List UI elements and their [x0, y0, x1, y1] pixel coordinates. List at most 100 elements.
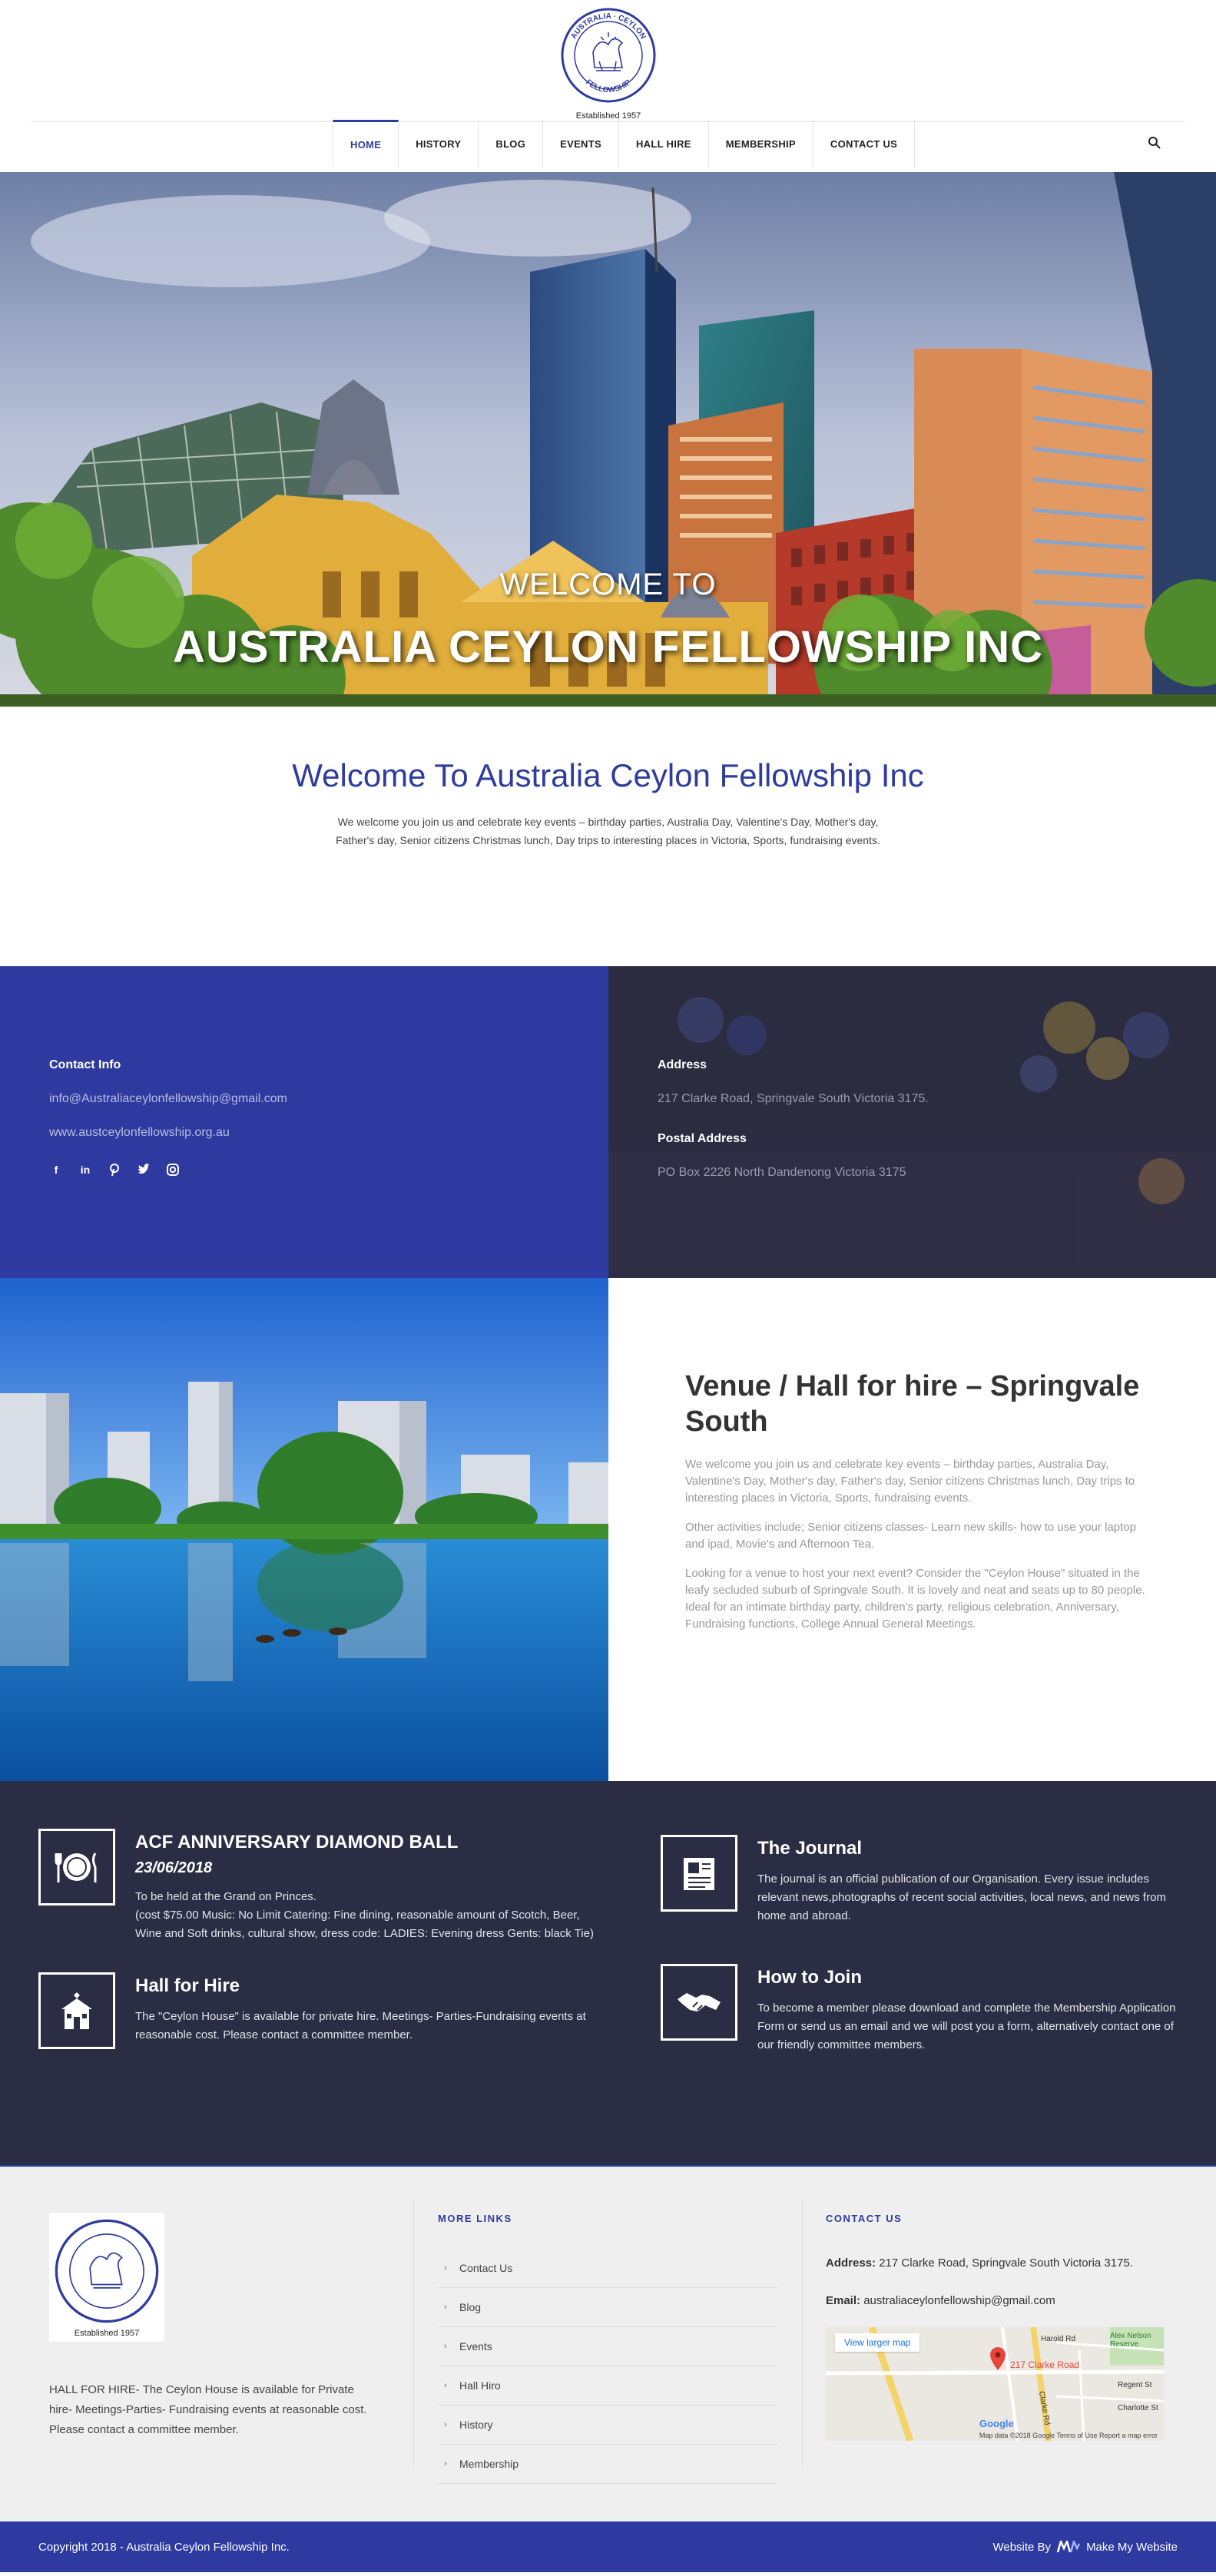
footer-link-label: Events [459, 2340, 492, 2353]
nav-contact-us[interactable]: CONTACT US [813, 120, 916, 167]
credit-brand: Make My Website [1086, 2540, 1178, 2554]
address-panel: Address 217 Clarke Road, Springvale Sout… [608, 966, 1216, 1278]
feature-diamond-ball: ACF ANNIVERSARY DIAMOND BALL 23/06/2018 … [38, 1829, 594, 1943]
address-text: 217 Clarke Road, Springvale South Victor… [658, 1092, 929, 1105]
nav-history[interactable]: HISTORY [399, 120, 479, 167]
view-larger-map-link[interactable]: View larger map [835, 2333, 920, 2352]
footer-links-list: › Contact Us › Blog › Events › Hall Hiro › Hi… [438, 2249, 777, 2484]
venue-section: Venue / Hall for hire – Springvale South… [0, 1278, 1216, 1781]
footer-link-membership[interactable]: › Membership [438, 2445, 777, 2484]
handshake-icon [661, 1964, 737, 2041]
footer-divider [802, 2197, 803, 2468]
postal-address-heading: Postal Address [658, 1132, 747, 1145]
map-street-label: Regent St [1118, 2381, 1152, 2389]
footer-link-contact-us[interactable]: › Contact Us [438, 2249, 777, 2288]
newspaper-icon [661, 1835, 737, 1912]
nav-membership[interactable]: MEMBERSHIP [709, 120, 813, 167]
footer-link-label: Hall Hiro [459, 2379, 501, 2392]
twitter-icon[interactable] [137, 1163, 151, 1177]
map-street-label: Harold Rd [1041, 2335, 1076, 2343]
map-attribution: Map data ©2018 Google Terms of Use Repor… [979, 2432, 1158, 2439]
footer-link-label: Membership [459, 2458, 519, 2470]
feature-journal-title: The Journal [757, 1838, 863, 1859]
nav-home[interactable]: HOME [333, 120, 399, 167]
footer-link-history[interactable]: › History [438, 2405, 777, 2445]
footer-address-text: 217 Clarke Road, Springvale South Victor… [879, 2256, 1133, 2270]
feature-journal-text: The journal is an official publication o… [757, 1872, 1166, 1922]
footer-address-label: Address: [826, 2256, 876, 2270]
footer-divider [413, 2197, 414, 2468]
nav-hall-hire[interactable]: HALL HIRE [619, 120, 709, 167]
feature-ball-date: 23/06/2018 [135, 1859, 213, 1876]
address-heading: Address [658, 1058, 707, 1071]
colombo-lake-image [0, 1278, 608, 1781]
postal-address-text: PO Box 2226 North Dandenong Victoria 317… [658, 1166, 906, 1179]
footer-about-text: HALL FOR HIRE- The Ceylon House is avail… [49, 2383, 367, 2436]
welcome-heading: Welcome To Australia Ceylon Fellowship I… [292, 757, 924, 793]
feature-ball-title: ACF ANNIVERSARY DIAMOND BALL [135, 1832, 459, 1853]
linkedin-icon[interactable]: in [78, 1163, 92, 1177]
venue-paragraph-2: Other activities include; Senior citizen… [685, 1521, 1136, 1551]
footer-logo-caption: Established 1957 [74, 2329, 140, 2338]
hero-subtitle: WELCOME TO [499, 568, 717, 601]
feature-hall-text: The "Ceylon House" is available for priv… [135, 2010, 586, 2041]
footer-links-column: MORE LINKS › Contact Us › Blog › Events › Ha… [438, 2213, 777, 2484]
footer-link-label: Contact Us [459, 2262, 513, 2274]
contact-info-panel: Contact Info info@Australiaceylonfellows… [0, 966, 608, 1278]
welcome-text: We welcome you join us and celebrate key… [336, 816, 880, 846]
site-header: AUSTRALIA · CEYLON FELLOWSHIP Establishe… [0, 0, 1216, 172]
footer-link-events[interactable]: › Events [438, 2327, 777, 2366]
footer-link-blog[interactable]: › Blog [438, 2288, 777, 2327]
google-logo: Google [979, 2418, 1014, 2429]
feature-join-text: To become a member please download and c… [757, 2002, 1176, 2051]
feature-how-to-join: How to Join To become a member please do… [661, 1964, 1183, 2055]
footer-link-label: Blog [459, 2301, 482, 2313]
chevron-right-icon: › [444, 2342, 447, 2351]
features-right-column: The Journal The journal is an official p… [661, 1835, 1183, 2084]
footer-email-link[interactable]: australiaceylonfellowship@gmail.com [863, 2294, 1055, 2307]
venue-paragraph-1: We welcome you join us and celebrate key… [685, 1458, 1135, 1505]
footer-seal-logo [55, 2219, 159, 2323]
more-links-heading: MORE LINKS [438, 2213, 512, 2224]
site-logo[interactable]: AUSTRALIA · CEYLON FELLOWSHIP Establishe… [558, 6, 658, 121]
chevron-right-icon: › [444, 2459, 447, 2468]
instagram-icon[interactable] [166, 1163, 180, 1177]
feature-journal: The Journal The journal is an official p… [661, 1835, 1183, 1925]
copyright-bar: Copyright 2018 - Australia Ceylon Fellow… [0, 2521, 1216, 2572]
credit-prefix: Website By [992, 2540, 1052, 2554]
chevron-right-icon: › [444, 2420, 447, 2429]
chevron-right-icon: › [444, 2303, 447, 2312]
footer-email-label: Email: [826, 2294, 861, 2307]
search-icon[interactable] [1147, 135, 1162, 151]
site-footer: Established 1957 HALL FOR HIRE- The Ceyl… [0, 2165, 1216, 2521]
copyright-text: Copyright 2018 - Australia Ceylon Fellow… [38, 2540, 290, 2554]
feature-join-title: How to Join [757, 1967, 862, 1988]
facebook-icon[interactable]: f [49, 1163, 63, 1177]
pinterest-icon[interactable] [108, 1163, 121, 1177]
features-section: ACF ANNIVERSARY DIAMOND BALL 23/06/2018 … [0, 1781, 1216, 2165]
feature-hall-title: Hall for Hire [135, 1975, 240, 1996]
nav-blog[interactable]: BLOG [479, 120, 544, 167]
welcome-section: Welcome To Australia Ceylon Fellowship I… [0, 707, 1216, 966]
chevron-right-icon: › [444, 2381, 447, 2390]
contact-info-heading: Contact Info [49, 1058, 121, 1071]
map-pin-label: 217 Clarke Road [1010, 2359, 1080, 2370]
contact-band: Contact Info info@Australiaceylonfellows… [0, 966, 1216, 1278]
footer-logo[interactable]: Established 1957 [49, 2213, 164, 2342]
feature-hall-for-hire: Hall for Hire The "Ceylon House" is avai… [38, 1972, 591, 2049]
embedded-google-map[interactable]: View larger map 217 Clarke Road Harold R… [826, 2327, 1164, 2441]
make-my-website-logo [1057, 2541, 1081, 2553]
nav-events[interactable]: EVENTS [543, 120, 619, 167]
contact-email-link[interactable]: info@Australiaceylonfellowship@gmail.com [49, 1092, 608, 1106]
footer-address: Address: 217 Clarke Road, Springvale Sou… [826, 2256, 1164, 2270]
venue-text: Venue / Hall for hire – Springvale South… [608, 1278, 1216, 1781]
contact-website-link[interactable]: www.austceylonfellowship.org.au [49, 1126, 608, 1140]
footer-link-label: History [459, 2419, 493, 2431]
website-credit[interactable]: Website By Make My Website [992, 2541, 1178, 2554]
venue-heading: Venue / Hall for hire – Springvale South [685, 1370, 1140, 1438]
features-left-column: ACF ANNIVERSARY DIAMOND BALL 23/06/2018 … [38, 1829, 594, 2078]
footer-link-hall-hire[interactable]: › Hall Hiro [438, 2366, 777, 2405]
main-nav: HOME HISTORY BLOG EVENTS HALL HIRE MEMBE… [333, 120, 916, 167]
footer-contact-column: CONTACT US Address: 217 Clarke Road, Spr… [826, 2213, 1164, 2441]
map-park-label: Alex Nelson Reserve [1110, 2332, 1151, 2349]
